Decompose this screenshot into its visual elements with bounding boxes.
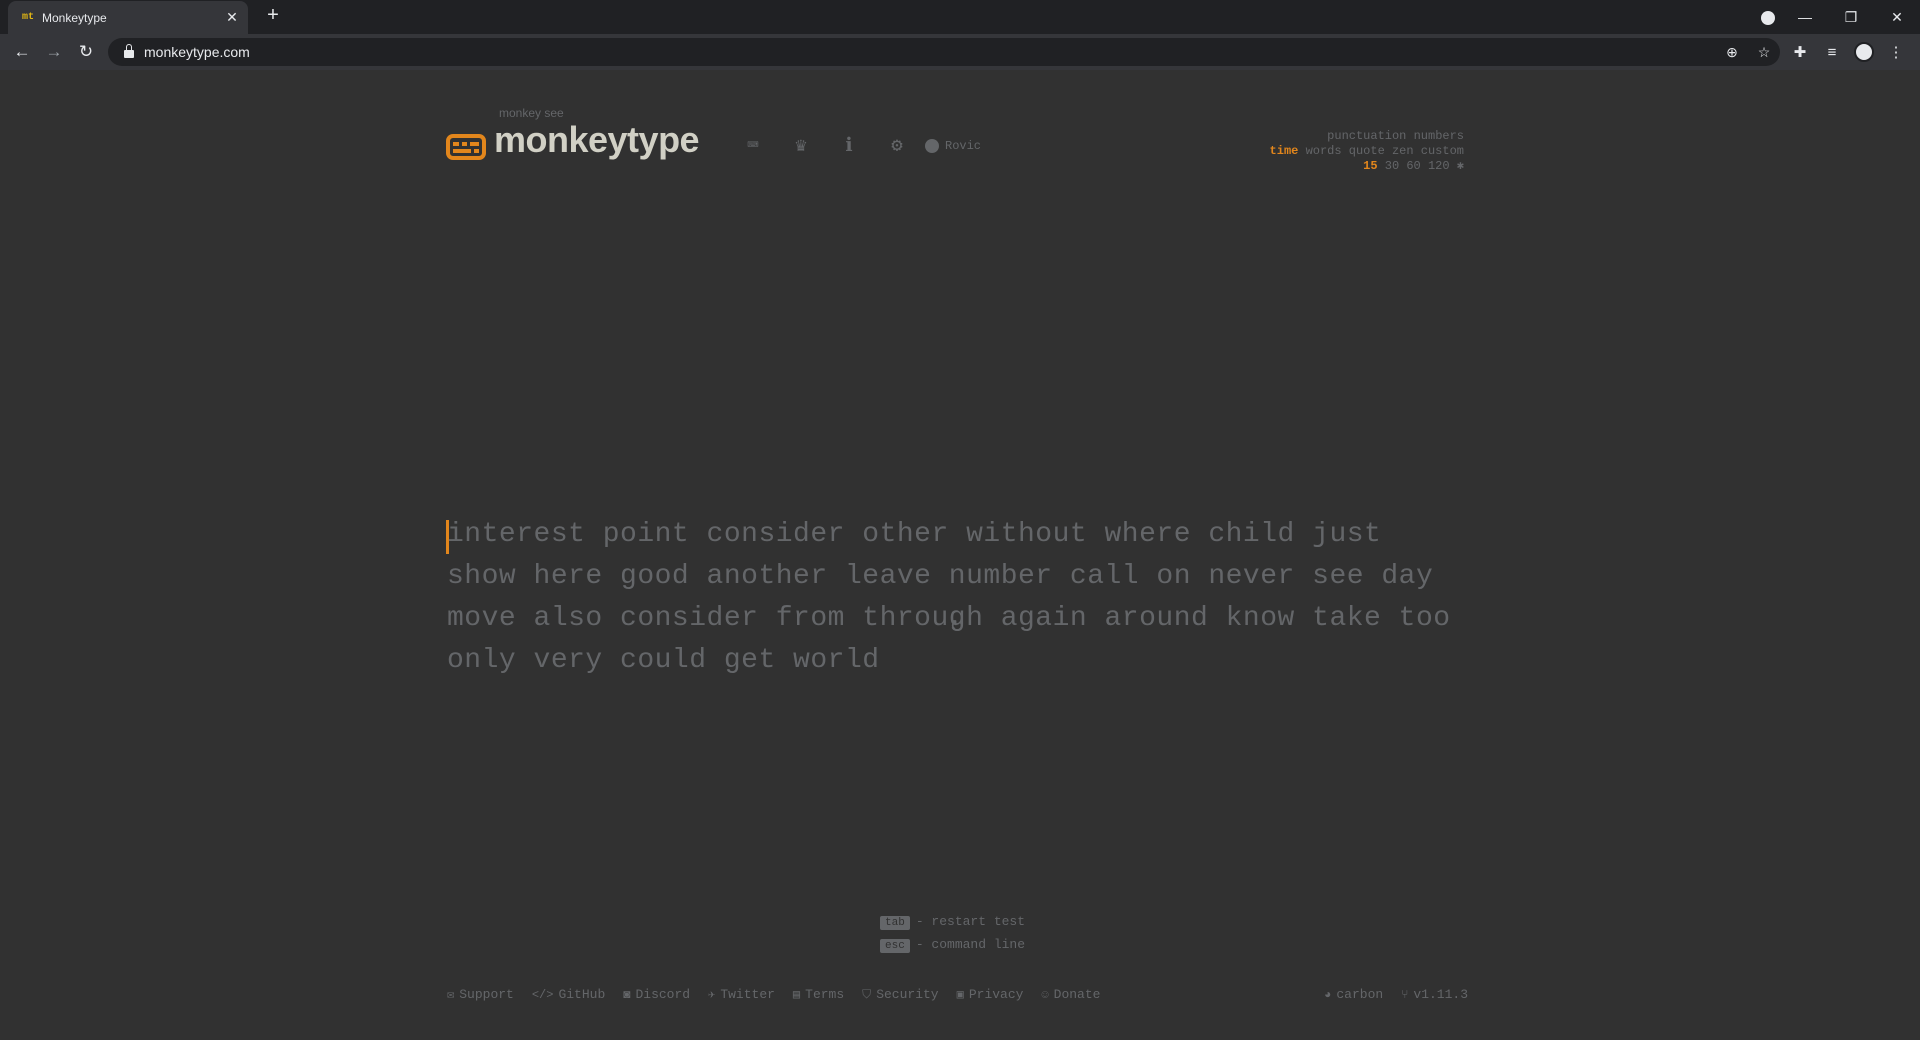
words-area[interactable]: interest point consider other without wh… xyxy=(447,514,1467,682)
address-bar[interactable]: monkeytype.com ⊕ ☆ xyxy=(108,38,1780,66)
donate-link[interactable]: ☺ Donate xyxy=(1041,987,1100,1002)
time-15-button[interactable]: 15 xyxy=(1363,159,1377,173)
info-icon[interactable]: ℹ xyxy=(825,134,873,157)
config-row-modifiers[interactable]: punctuation numbers xyxy=(1270,129,1464,144)
privacy-label: Privacy xyxy=(968,987,1024,1002)
lock-icon: ▣ xyxy=(956,988,964,1002)
favicon-icon: mt xyxy=(22,12,35,23)
tab-key: tab xyxy=(880,916,910,930)
lock-icon[interactable] xyxy=(124,44,134,58)
browser-tabstrip: mt Monkeytype ✕ + — ❐ ✕ xyxy=(0,0,1920,34)
menu-dots-icon[interactable]: ⋮ xyxy=(1880,43,1912,61)
support-link[interactable]: ✉ Support xyxy=(447,987,514,1002)
mode-time-button[interactable]: time xyxy=(1270,144,1299,158)
twitter-icon: ✈ xyxy=(708,988,716,1002)
bookmark-star-icon[interactable]: ☆ xyxy=(1748,44,1780,61)
new-tab-button[interactable]: + xyxy=(260,4,286,27)
keyboard-icon[interactable]: ⌨ xyxy=(729,134,777,157)
browser-tab[interactable]: mt Monkeytype ✕ xyxy=(8,1,248,34)
page-viewport: monkey see monkeytype ⌨ ♛ ℹ ⚙ Rovic punc… xyxy=(0,70,1920,1040)
version-label: v1.11.3 xyxy=(1413,987,1468,1002)
keyboard-logo-icon xyxy=(446,134,486,160)
restart-icon[interactable]: ↻ xyxy=(947,612,967,638)
discord-link[interactable]: ◙ Discord xyxy=(623,987,690,1002)
logo-subtitle: monkey see xyxy=(499,106,564,120)
minimize-button[interactable]: — xyxy=(1782,9,1828,25)
hint-tab: tab - restart test xyxy=(880,910,1025,933)
github-label: GitHub xyxy=(558,987,606,1002)
site-footer: ✉ Support </> GitHub ◙ Discord ✈ Twitter ▤ Te… xyxy=(447,987,1468,1002)
esc-key: esc xyxy=(880,939,910,953)
discord-label: Discord xyxy=(635,987,691,1002)
site-header: monkey see monkeytype ⌨ ♛ ℹ ⚙ Rovic punc… xyxy=(446,102,1464,182)
crown-icon[interactable]: ♛ xyxy=(777,134,825,157)
github-link[interactable]: </> GitHub xyxy=(532,987,605,1002)
gear-icon[interactable]: ⚙ xyxy=(873,134,921,157)
extensions-icon[interactable]: ✚ xyxy=(1784,43,1816,61)
privacy-link[interactable]: ▣ Privacy xyxy=(957,987,1024,1002)
forward-icon[interactable]: → xyxy=(38,42,70,62)
user-name: Rovic xyxy=(945,138,982,153)
terms-label: Terms xyxy=(805,987,845,1002)
reload-icon[interactable]: ↻ xyxy=(70,42,102,62)
reading-list-icon[interactable]: ≡ xyxy=(1816,44,1848,61)
donate-label: Donate xyxy=(1053,987,1101,1002)
user-icon xyxy=(925,138,939,153)
close-window-button[interactable]: ✕ xyxy=(1874,9,1920,26)
main-nav: ⌨ ♛ ℹ ⚙ Rovic xyxy=(729,134,981,157)
back-icon[interactable]: ← xyxy=(6,42,38,62)
restore-button[interactable]: ❐ xyxy=(1828,9,1874,26)
security-label: Security xyxy=(876,987,939,1002)
theme-label: carbon xyxy=(1336,987,1384,1002)
logo[interactable]: monkey see monkeytype xyxy=(446,106,700,162)
palette-icon: ◕ xyxy=(1324,987,1332,1002)
security-link[interactable]: ⛉ Security xyxy=(862,987,938,1002)
code-branch-icon: ⑂ xyxy=(1401,987,1409,1002)
twitter-link[interactable]: ✈ Twitter xyxy=(708,987,775,1002)
user-account-button[interactable]: Rovic xyxy=(925,138,982,153)
shield-icon: ⛉ xyxy=(862,987,872,1002)
twitter-label: Twitter xyxy=(720,987,775,1002)
document-icon: ▤ xyxy=(792,988,801,1002)
theme-button[interactable]: ◕ carbon xyxy=(1324,987,1383,1002)
hint-esc: esc - command line xyxy=(880,933,1025,956)
window-controls: — ❐ ✕ xyxy=(1754,0,1920,34)
donate-icon: ☺ xyxy=(1041,987,1049,1002)
discord-icon: ◙ xyxy=(623,987,631,1002)
code-icon: </> xyxy=(531,987,554,1002)
mode-options[interactable]: words quote zen custom xyxy=(1306,144,1464,158)
config-row-modes: time words quote zen custom xyxy=(1270,144,1464,159)
support-label: Support xyxy=(459,987,514,1002)
keyboard-hints: tab - restart test esc - command line xyxy=(880,910,1025,956)
time-options[interactable]: 30 60 120 xyxy=(1385,159,1450,173)
config-row-duration: 15 30 60 120 ✱ xyxy=(1270,159,1464,174)
url-text[interactable]: monkeytype.com xyxy=(144,44,1716,60)
zoom-icon[interactable]: ⊕ xyxy=(1716,44,1748,61)
terms-link[interactable]: ▤ Terms xyxy=(793,987,844,1002)
hint-esc-text: - command line xyxy=(915,937,1026,952)
version-button[interactable]: ⑂ v1.11.3 xyxy=(1401,987,1468,1002)
tab-close-icon[interactable]: ✕ xyxy=(222,9,242,26)
wrench-icon[interactable]: ✱ xyxy=(1457,159,1464,173)
toolbar-actions: ✚ ≡ ⋮ xyxy=(1784,34,1912,70)
mail-icon: ✉ xyxy=(447,988,455,1002)
tab-title: Monkeytype xyxy=(42,10,107,25)
test-config: punctuation numbers time words quote zen… xyxy=(1270,129,1464,174)
hint-tab-text: - restart test xyxy=(915,914,1026,929)
browser-toolbar: ← → ↻ monkeytype.com ⊕ ☆ ✚ ≡ ⋮ xyxy=(0,34,1920,70)
footer-right: ◕ carbon ⑂ v1.11.3 xyxy=(1324,987,1468,1002)
profile-avatar-icon[interactable] xyxy=(1848,42,1880,62)
logo-title: monkeytype xyxy=(494,119,700,160)
tab-search-icon[interactable] xyxy=(1754,9,1782,26)
